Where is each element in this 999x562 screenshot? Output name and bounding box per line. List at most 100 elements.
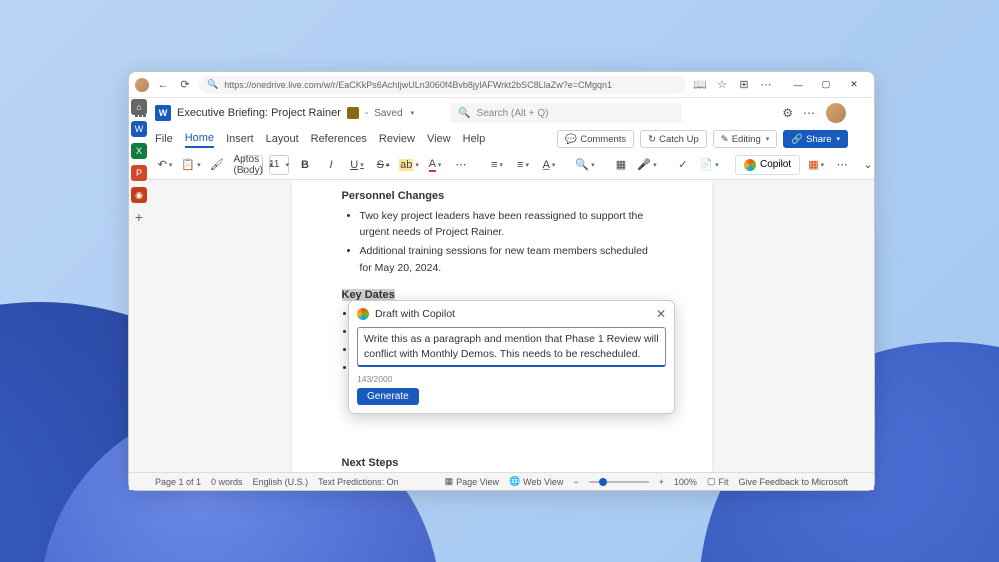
addins-button[interactable]: ▦▾	[806, 155, 826, 175]
reading-mode-icon[interactable]: 📖	[692, 77, 708, 93]
close-icon[interactable]: ✕	[656, 307, 666, 321]
zoom-out-button[interactable]: −	[573, 477, 578, 487]
zoom-slider[interactable]	[589, 481, 649, 483]
back-button[interactable]: ←	[155, 77, 171, 93]
save-status[interactable]: Saved	[374, 108, 402, 119]
collapse-ribbon-button[interactable]: ⌄	[858, 155, 878, 175]
user-avatar[interactable]	[826, 103, 846, 123]
tab-file[interactable]: File	[155, 131, 173, 147]
word-app-icon[interactable]: W	[155, 105, 171, 121]
paste-button[interactable]: 📋▾	[181, 155, 201, 175]
document-title[interactable]: Executive Briefing: Project Rainer	[177, 107, 341, 119]
tab-review[interactable]: Review	[379, 131, 415, 147]
dictate-button[interactable]: 🎤▾	[637, 155, 657, 175]
taskbar-word-icon[interactable]: W	[131, 121, 147, 137]
maximize-button[interactable]: ▢	[812, 75, 840, 95]
heading-nextsteps: Next Steps	[342, 455, 662, 472]
personnel-list: Two key project leaders have been reassi…	[342, 208, 662, 277]
copilot-panel-title: Draft with Copilot	[375, 308, 455, 320]
browser-titlebar: ← ⟳ 🔍 https://onedrive.live.com/w/r/EaCK…	[129, 72, 874, 98]
list-item: Additional training sessions for new tea…	[360, 243, 662, 277]
collections-icon[interactable]: ⊞	[736, 77, 752, 93]
taskbar-pinterest-icon[interactable]: ◉	[131, 187, 147, 203]
editor-button[interactable]: ✓	[673, 155, 693, 175]
more-font-button[interactable]: ⋯	[451, 155, 471, 175]
copilot-button[interactable]: Copilot	[735, 155, 800, 175]
styles-button[interactable]: A̲▾	[539, 155, 559, 175]
tab-view[interactable]: View	[427, 131, 451, 147]
undo-button[interactable]: ↶▾	[155, 155, 175, 175]
char-count: 143/2000	[357, 374, 666, 384]
search-placeholder: Search (Alt + Q)	[477, 108, 549, 119]
zoom-level[interactable]: 100%	[674, 477, 697, 487]
text-predictions[interactable]: Text Predictions: On	[318, 477, 399, 487]
more-icon[interactable]: ⋯	[758, 77, 774, 93]
overflow-button[interactable]: ⋯	[832, 155, 852, 175]
comments-button[interactable]: 💬 Comments	[557, 130, 634, 148]
catchup-button[interactable]: ↻ Catch Up	[640, 130, 707, 148]
more-options-icon[interactable]: ⋯	[803, 106, 816, 120]
web-view-button[interactable]: 🌐 Web View	[509, 476, 563, 487]
profile-avatar-icon[interactable]	[135, 78, 149, 92]
word-count[interactable]: 0 words	[211, 477, 243, 487]
tab-home[interactable]: Home	[185, 130, 214, 148]
tab-help[interactable]: Help	[463, 131, 486, 147]
reuse-button[interactable]: 📄▾	[699, 155, 719, 175]
font-color-button[interactable]: A▾	[425, 155, 445, 175]
bullets-button[interactable]: ≡▾	[487, 155, 507, 175]
url-text: https://onedrive.live.com/w/r/EaCKkPs6Ac…	[224, 80, 612, 90]
list-item: Two key project leaders have been reassi…	[360, 208, 662, 242]
strikethrough-button[interactable]: S▾	[373, 155, 393, 175]
close-button[interactable]: ✕	[840, 75, 868, 95]
document-header: W Executive Briefing: Project Rainer - S…	[129, 98, 874, 128]
taskbar-excel-icon[interactable]: X	[131, 143, 147, 159]
chevron-down-icon[interactable]: ▾	[411, 109, 415, 117]
search-icon: 🔍	[207, 79, 218, 90]
page-indicator[interactable]: Page 1 of 1	[155, 477, 201, 487]
page-view-button[interactable]: ▦ Page View	[445, 476, 499, 487]
tab-references[interactable]: References	[311, 131, 367, 147]
bold-button[interactable]: B	[295, 155, 315, 175]
font-size-select[interactable]: 11▾	[269, 155, 289, 175]
font-name-select[interactable]: Aptos (Body)▾	[243, 155, 263, 175]
settings-icon[interactable]: ⚙	[782, 106, 793, 120]
ribbon-tabs: File Home Insert Layout References Revie…	[129, 128, 874, 150]
share-button[interactable]: 🔗 Share ▾	[783, 130, 848, 148]
sensitivity-badge-icon[interactable]	[347, 107, 359, 119]
heading-keydates: Key Dates	[342, 289, 395, 301]
designer-button[interactable]: ▦	[611, 155, 631, 175]
status-bar: Page 1 of 1 0 words English (U.S.) Text …	[129, 472, 874, 490]
taskbar-powerpoint-icon[interactable]: P	[131, 165, 147, 181]
fit-button[interactable]: ▢ Fit	[707, 476, 729, 487]
italic-button[interactable]: I	[321, 155, 341, 175]
tab-layout[interactable]: Layout	[266, 131, 299, 147]
feedback-link[interactable]: Give Feedback to Microsoft	[738, 477, 848, 487]
language-indicator[interactable]: English (U.S.)	[253, 477, 309, 487]
taskbar-add-icon[interactable]: +	[131, 209, 147, 225]
minimize-button[interactable]: —	[784, 75, 812, 95]
copilot-logo-icon	[357, 308, 369, 320]
search-icon: 🔍	[458, 108, 470, 119]
editing-mode-button[interactable]: ✎ Editing ▾	[713, 130, 778, 148]
tab-insert[interactable]: Insert	[226, 131, 254, 147]
generate-button[interactable]: Generate	[357, 388, 419, 405]
refresh-button[interactable]: ⟳	[177, 77, 193, 93]
copilot-draft-panel: Draft with Copilot ✕ 143/2000 Generate	[348, 300, 675, 414]
search-input[interactable]: 🔍 Search (Alt + Q)	[450, 103, 682, 123]
copilot-prompt-input[interactable]	[357, 327, 666, 367]
favorite-icon[interactable]: ☆	[714, 77, 730, 93]
dash: -	[365, 108, 368, 119]
underline-button[interactable]: U▾	[347, 155, 367, 175]
browser-window: ← ⟳ 🔍 https://onedrive.live.com/w/r/EaCK…	[128, 71, 875, 491]
document-canvas[interactable]: Personnel Changes Two key project leader…	[129, 180, 874, 472]
heading-personnel: Personnel Changes	[342, 188, 662, 206]
find-button[interactable]: 🔍▾	[575, 155, 595, 175]
taskbar-home-icon[interactable]: ⌂	[131, 99, 147, 115]
formatting-toolbar: ↶▾ 📋▾ 🖌 Aptos (Body)▾ 11▾ B I U▾ S▾ ab▾ …	[129, 150, 874, 180]
zoom-in-button[interactable]: +	[659, 477, 664, 487]
address-bar[interactable]: 🔍 https://onedrive.live.com/w/r/EaCKkPs6…	[199, 76, 686, 94]
format-painter-button[interactable]: 🖌	[207, 155, 227, 175]
highlight-button[interactable]: ab▾	[399, 155, 419, 175]
align-button[interactable]: ≡▾	[513, 155, 533, 175]
copilot-logo-icon	[744, 159, 756, 171]
